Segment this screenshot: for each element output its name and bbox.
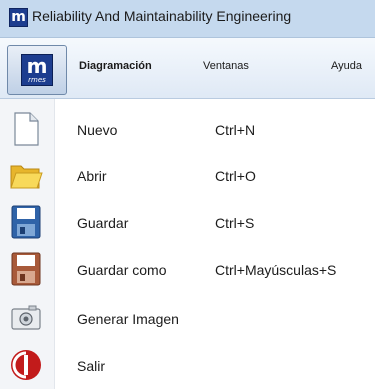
- menu-item-shortcut: Ctrl+N: [215, 122, 256, 138]
- save-as-icon: [9, 251, 43, 287]
- menu-item-generar-imagen[interactable]: Generar Imagen: [0, 294, 375, 342]
- menu-item-shortcut: Ctrl+O: [215, 168, 256, 184]
- tab-diagramacion[interactable]: Diagramación: [79, 60, 152, 72]
- folder-icon: [9, 157, 43, 193]
- camera-icon: [9, 300, 43, 336]
- save-icon: [9, 204, 43, 240]
- menu-item-label: Guardar como: [77, 262, 167, 278]
- menu-item-label: Salir: [77, 358, 106, 374]
- application-menu-dropdown: Nuevo Ctrl+N Abrir Ctrl+O Guardar Ctrl+S: [0, 99, 375, 389]
- menu-bar: m rmes Diagramación Ventanas Ayuda: [0, 38, 375, 99]
- tab-ayuda[interactable]: Ayuda: [331, 60, 362, 72]
- menu-item-salir[interactable]: Salir: [0, 341, 375, 389]
- menu-item-guardar-como[interactable]: Guardar como Ctrl+Mayúsculas+S: [0, 245, 375, 293]
- app-logo-letter: m: [11, 9, 26, 25]
- tab-ventanas[interactable]: Ventanas: [203, 60, 249, 72]
- menu-item-label: Guardar: [77, 215, 129, 231]
- menu-item-label: Generar Imagen: [77, 311, 179, 327]
- menu-item-label: Abrir: [77, 168, 107, 184]
- menu-item-abrir[interactable]: Abrir Ctrl+O: [0, 151, 375, 199]
- rmes-logo-caption: rmes: [28, 76, 46, 84]
- title-bar: m Reliability And Maintainability Engine…: [0, 0, 375, 38]
- menu-item-nuevo[interactable]: Nuevo Ctrl+N: [0, 105, 375, 153]
- menu-item-guardar[interactable]: Guardar Ctrl+S: [0, 198, 375, 246]
- rmes-logo-letter: m: [26, 54, 48, 78]
- app-logo-icon: m: [9, 8, 28, 27]
- rmes-logo-icon: m rmes: [21, 54, 53, 86]
- menu-item-shortcut: Ctrl+S: [215, 215, 255, 231]
- menu-item-label: Nuevo: [77, 122, 118, 138]
- new-file-icon: [9, 111, 43, 147]
- application-menu-button[interactable]: m rmes: [7, 45, 67, 95]
- exit-icon: [9, 347, 43, 383]
- menu-item-shortcut: Ctrl+Mayúsculas+S: [215, 262, 337, 278]
- window-title: Reliability And Maintainability Engineer…: [32, 8, 292, 24]
